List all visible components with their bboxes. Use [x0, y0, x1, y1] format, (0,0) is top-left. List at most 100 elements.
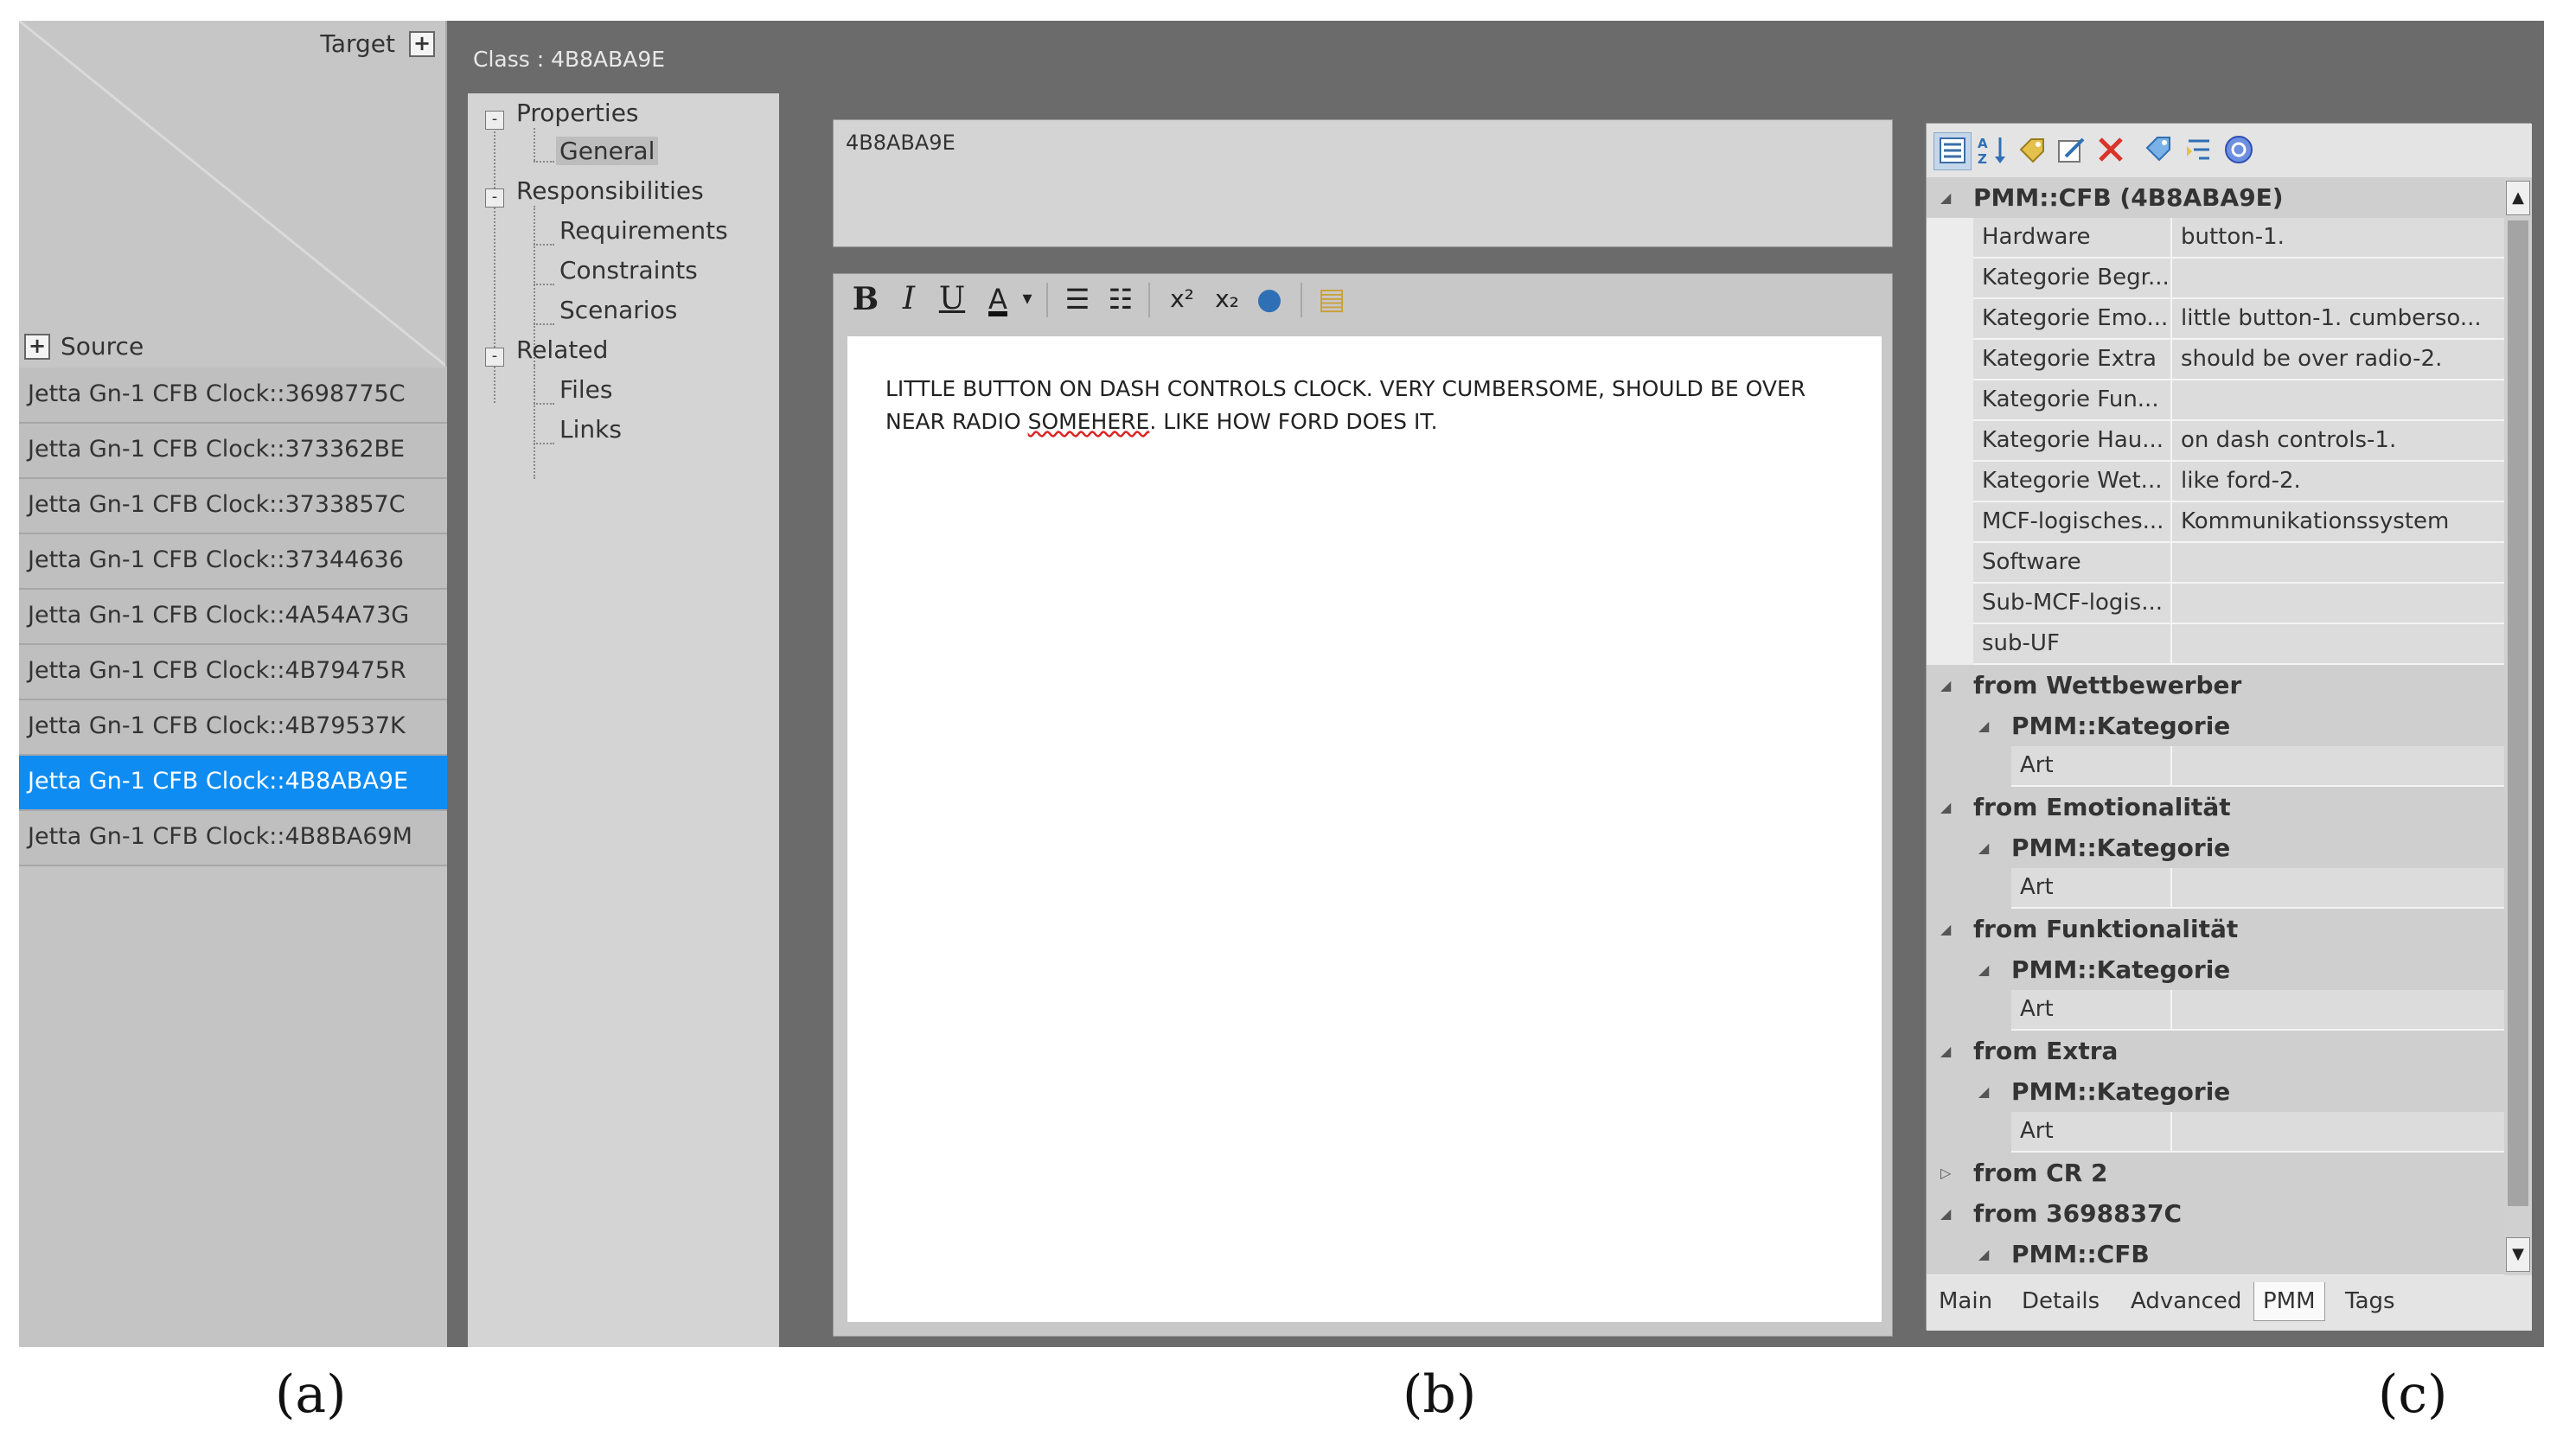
property-row[interactable]: Software	[1927, 543, 2504, 584]
property-value[interactable]	[2172, 380, 2504, 421]
expand-caret-icon[interactable]: ◢	[1940, 1193, 1951, 1234]
collapsed-caret-icon[interactable]: ▷	[1940, 1153, 1951, 1193]
category-row[interactable]: ◢ from Emotionalität	[1927, 787, 2504, 827]
property-value[interactable]: like ford-2.	[2172, 462, 2504, 502]
tree-item-scenarios[interactable]: Scenarios	[559, 296, 677, 324]
categorized-icon[interactable]	[1933, 132, 1972, 170]
property-row[interactable]: Kategorie Fun...	[1927, 380, 2504, 421]
expand-caret-icon[interactable]: ◢	[1940, 177, 1951, 218]
property-row[interactable]: Art	[1927, 990, 2504, 1031]
source-row[interactable]: Jetta Gn-1 CFB Clock::37344636	[19, 534, 447, 590]
source-row[interactable]: Jetta Gn-1 CFB Clock::3733857C	[19, 479, 447, 534]
expand-caret-icon[interactable]: ◢	[1978, 1234, 1989, 1274]
property-value[interactable]: little button-1. cumberso...	[2172, 299, 2504, 340]
property-value[interactable]	[2172, 624, 2504, 665]
tree-item-links[interactable]: Links	[559, 415, 622, 444]
underline-button[interactable]: U	[937, 279, 967, 319]
source-expand-button[interactable]: +	[24, 334, 50, 360]
category-row[interactable]: ◢ from Extra	[1927, 1031, 2504, 1071]
category-row[interactable]: ◢ from Funktionalität	[1927, 909, 2504, 949]
collapse-related-toggle[interactable]: -	[485, 348, 504, 367]
scrollbar-thumb[interactable]	[2508, 220, 2528, 1206]
help-icon[interactable]	[2221, 132, 2257, 169]
tree-item-properties[interactable]: Properties	[516, 99, 639, 127]
name-field[interactable]: 4B8ABA9E	[833, 119, 1893, 247]
bullet-list-button[interactable]: ☰	[1060, 279, 1095, 319]
source-row[interactable]: Jetta Gn-1 CFB Clock::4A54A73G	[19, 590, 447, 645]
subcategory-row[interactable]: ◢ PMM::Kategorie	[1927, 949, 2504, 990]
tree-item-files[interactable]: Files	[559, 375, 612, 404]
subcategory-row[interactable]: ◢ PMM::Kategorie	[1927, 827, 2504, 868]
editor-text-area[interactable]: LITTLE BUTTON ON DASH CONTROLS CLOCK. VE…	[847, 336, 1882, 1322]
expand-caret-icon[interactable]: ◢	[1978, 949, 1989, 990]
property-row[interactable]: Hardware button-1.	[1927, 218, 2504, 259]
property-row[interactable]: Kategorie Begr...	[1927, 259, 2504, 299]
property-row[interactable]: Kategorie Extra should be over radio-2.	[1927, 340, 2504, 380]
bold-button[interactable]: B	[851, 279, 880, 319]
tree-item-general[interactable]: General	[556, 137, 659, 165]
property-row[interactable]: MCF-logisches... Kommunikationssystem	[1927, 502, 2504, 543]
property-value[interactable]: Kommunikationssystem	[2172, 502, 2504, 543]
property-value[interactable]	[2172, 746, 2504, 787]
property-row[interactable]: Art	[1927, 868, 2504, 909]
property-row[interactable]: Sub-MCF-logis...	[1927, 584, 2504, 624]
delete-icon[interactable]	[2093, 132, 2129, 169]
tab-advanced[interactable]: Advanced	[2122, 1282, 2250, 1320]
expand-caret-icon[interactable]: ◢	[1978, 1071, 1989, 1112]
category-row[interactable]: ◢ from Wettbewerber	[1927, 665, 2504, 706]
expand-caret-icon[interactable]: ◢	[1940, 787, 1951, 827]
property-value[interactable]: on dash controls-1.	[2172, 421, 2504, 462]
expand-caret-icon[interactable]: ◢	[1940, 1031, 1951, 1071]
expand-caret-icon[interactable]: ◢	[1940, 909, 1951, 949]
web-link-icon[interactable]: ●	[1252, 279, 1287, 319]
scroll-up-arrow-icon[interactable]: ▲	[2506, 181, 2530, 215]
italic-button[interactable]: I	[894, 279, 924, 319]
tab-main[interactable]: Main	[1930, 1282, 2001, 1320]
target-expand-button[interactable]: +	[409, 31, 435, 57]
superscript-button[interactable]: x²	[1162, 279, 1202, 319]
property-row[interactable]: sub-UF	[1927, 624, 2504, 665]
subcategory-row[interactable]: ◢ PMM::CFB	[1927, 1234, 2504, 1274]
property-row[interactable]: Kategorie Emo... little button-1. cumbers…	[1927, 299, 2504, 340]
category-row[interactable]: ▷ from CR 2	[1927, 1153, 2504, 1193]
subcategory-row[interactable]: ◢ PMM::Kategorie	[1927, 706, 2504, 746]
property-value[interactable]	[2172, 259, 2504, 299]
subscript-button[interactable]: x₂	[1207, 279, 1247, 319]
source-row[interactable]: Jetta Gn-1 CFB Clock::4B8BA69M	[19, 811, 447, 866]
property-value[interactable]	[2172, 868, 2504, 909]
chevron-down-icon[interactable]: ▾	[1019, 279, 1036, 319]
property-value[interactable]	[2172, 584, 2504, 624]
source-row[interactable]: Jetta Gn-1 CFB Clock::373362BE	[19, 424, 447, 479]
collapse-responsibilities-toggle[interactable]: -	[485, 188, 504, 208]
property-value[interactable]: button-1.	[2172, 218, 2504, 259]
tree-item-responsibilities[interactable]: Responsibilities	[516, 176, 704, 205]
tree-item-constraints[interactable]: Constraints	[559, 256, 698, 284]
source-row-selected[interactable]: Jetta Gn-1 CFB Clock::4B8ABA9E	[19, 756, 447, 811]
category-row-root[interactable]: ◢ PMM::CFB (4B8ABA9E)	[1927, 177, 2504, 218]
collapse-properties-toggle[interactable]: -	[485, 111, 504, 130]
property-row[interactable]: Art	[1927, 746, 2504, 787]
property-value[interactable]	[2172, 990, 2504, 1031]
vertical-scrollbar[interactable]: ▲ ▼	[2504, 177, 2532, 1275]
tab-tags[interactable]: Tags	[2336, 1282, 2404, 1320]
category-row[interactable]: ◢ from 3698837C	[1927, 1193, 2504, 1234]
property-row[interactable]: Art	[1927, 1112, 2504, 1153]
filter-icon[interactable]	[2181, 132, 2217, 169]
edit-icon[interactable]	[2053, 132, 2089, 169]
tag-add-icon[interactable]	[2013, 132, 2049, 169]
numbered-list-button[interactable]: ☷	[1103, 279, 1138, 319]
source-row[interactable]: Jetta Gn-1 CFB Clock::4B79475R	[19, 645, 447, 700]
property-row[interactable]: Kategorie Wet... like ford-2.	[1927, 462, 2504, 502]
expand-caret-icon[interactable]: ◢	[1940, 665, 1951, 706]
tag-icon[interactable]	[2141, 132, 2177, 169]
property-value[interactable]	[2172, 543, 2504, 584]
property-row[interactable]: Kategorie Hau... on dash controls-1.	[1927, 421, 2504, 462]
tab-pmm[interactable]: PMM	[2253, 1282, 2325, 1321]
document-icon[interactable]: ▤	[1314, 279, 1349, 319]
property-value[interactable]: should be over radio-2.	[2172, 340, 2504, 380]
subcategory-row[interactable]: ◢ PMM::Kategorie	[1927, 1071, 2504, 1112]
expand-caret-icon[interactable]: ◢	[1978, 706, 1989, 746]
expand-caret-icon[interactable]: ◢	[1978, 827, 1989, 868]
tree-item-related[interactable]: Related	[516, 335, 608, 364]
tab-details[interactable]: Details	[2013, 1282, 2108, 1320]
